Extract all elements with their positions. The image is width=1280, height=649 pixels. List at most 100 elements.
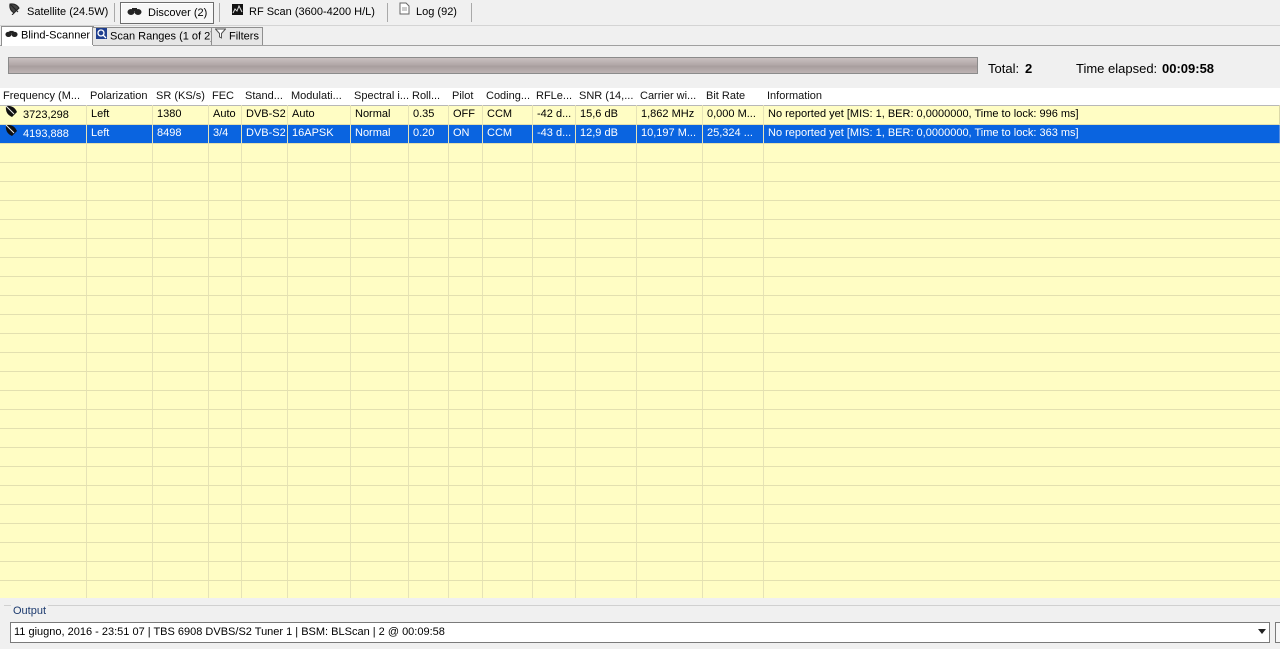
output-combo[interactable]: 11 giugno, 2016 - 23:51 07 | TBS 6908 DV…	[10, 622, 1270, 643]
table-cell-text: 0.20	[413, 127, 435, 139]
satellite-tab[interactable]: Satellite (24.5W)	[2, 2, 114, 22]
toolbar-separator	[114, 3, 115, 22]
table-cell: 8498	[153, 124, 209, 143]
tab-filters[interactable]: Filters	[211, 27, 263, 45]
column-header[interactable]: Carrier wi...	[637, 88, 703, 105]
column-header[interactable]: Stand...	[242, 88, 288, 105]
table-cell-text: 0.35	[413, 108, 435, 120]
table-cell-text: No reported yet [MIS: 1, BER: 0,0000000,…	[768, 108, 1079, 120]
spectrum-icon	[232, 2, 243, 22]
table-cell-text: 3/4	[213, 127, 229, 139]
time-elapsed-label: Time elapsed:	[1076, 61, 1158, 76]
column-header[interactable]: Spectral i...	[351, 88, 409, 105]
table-cell: Auto	[288, 105, 351, 124]
table-row[interactable]: 3723,298 Left 1380 Auto DVB-S2 Auto Normal 0.35…	[0, 105, 1280, 124]
grid-row-line	[0, 561, 1280, 562]
rfscan-tab[interactable]: RF Scan (3600-4200 H/L)	[226, 2, 381, 22]
grid-row-line	[0, 219, 1280, 220]
table-cell-text: No reported yet [MIS: 1, BER: 0,0000000,…	[768, 127, 1079, 139]
table-cell: 16APSK	[288, 124, 351, 143]
table-cell: 0.20	[409, 124, 449, 143]
column-header[interactable]: Frequency (M...	[0, 88, 87, 105]
tab-scan-ranges[interactable]: Scan Ranges (1 of 2)	[92, 27, 218, 45]
table-cell-text: 0,000 M...	[707, 108, 756, 120]
table-cell: 4193,888	[0, 124, 87, 143]
grid-row-line	[0, 314, 1280, 315]
table-cell: -42 d...	[533, 105, 576, 124]
column-header[interactable]: Roll...	[409, 88, 449, 105]
table-cell-text: Auto	[292, 108, 315, 120]
column-header[interactable]: Bit Rate	[703, 88, 764, 105]
grid-row-line	[0, 162, 1280, 163]
column-header[interactable]: Polarization	[87, 88, 153, 105]
results-grid[interactable]: Frequency (M... Polarization SR (KS/s) FEC S…	[0, 88, 1280, 598]
total-label: Total:	[988, 61, 1020, 76]
grid-row-line	[0, 238, 1280, 239]
discover-tab[interactable]: Discover (2)	[120, 2, 215, 24]
column-header[interactable]: Information	[764, 88, 1280, 105]
dish-icon	[5, 105, 19, 124]
table-cell: Normal	[351, 105, 409, 124]
table-cell: DVB-S2	[242, 105, 288, 124]
table-cell-text: DVB-S2	[246, 127, 286, 139]
table-cell-text: ON	[453, 127, 470, 139]
table-cell-text: Normal	[355, 108, 391, 120]
table-cell: -43 d...	[533, 124, 576, 143]
table-cell-text: DVB-S2	[246, 108, 286, 120]
table-cell: CCM	[483, 105, 533, 124]
column-header[interactable]: Coding...	[483, 88, 533, 105]
table-cell: 10,197 M...	[637, 124, 703, 143]
table-cell: 15,6 dB	[576, 105, 637, 124]
table-cell: DVB-S2	[242, 124, 288, 143]
tab-filters-label: Filters	[229, 30, 259, 43]
table-cell: CCM	[483, 124, 533, 143]
tab-blind-scanner[interactable]: Blind-Scanner	[1, 26, 95, 46]
grid-row-line	[0, 352, 1280, 353]
grid-row-line	[0, 485, 1280, 486]
grid-header: Frequency (M... Polarization SR (KS/s) FEC S…	[0, 88, 1280, 106]
time-elapsed-value: 00:09:58	[1162, 61, 1215, 76]
table-cell-text: Auto	[213, 108, 236, 120]
column-header[interactable]: SNR (14,...	[576, 88, 637, 105]
magnifier-icon	[96, 28, 107, 45]
column-header[interactable]: Modulati...	[288, 88, 351, 105]
grid-row-line	[0, 504, 1280, 505]
table-cell: Left	[87, 124, 153, 143]
toolbar-separator	[219, 3, 220, 22]
table-cell-text: 16APSK	[292, 127, 334, 139]
dish-icon	[5, 124, 19, 143]
table-cell-text: -42 d...	[537, 108, 572, 120]
table-row[interactable]: 4193,888 Left 8498 3/4 DVB-S2 16APSK Normal 0.2…	[0, 124, 1280, 143]
table-cell: ON	[449, 124, 483, 143]
grid-row-line	[0, 466, 1280, 467]
table-cell-text: CCM	[487, 108, 513, 120]
column-header[interactable]: FEC	[209, 88, 242, 105]
table-cell: 0.35	[409, 105, 449, 124]
table-cell-text: 10,197 M...	[641, 127, 697, 139]
output-side-button[interactable]	[1275, 622, 1280, 643]
toolbar-separator	[387, 3, 388, 22]
grid-row-line	[0, 200, 1280, 201]
table-cell-text: 15,6 dB	[580, 108, 618, 120]
chevron-down-icon[interactable]	[1258, 629, 1266, 634]
log-tab[interactable]: Log (92)	[393, 2, 463, 22]
table-cell: Normal	[351, 124, 409, 143]
grid-row-line	[0, 124, 1280, 125]
table-cell: 3/4	[209, 124, 242, 143]
grid-row-line	[0, 447, 1280, 448]
output-combo-value: 11 giugno, 2016 - 23:51 07 | TBS 6908 DV…	[14, 626, 445, 638]
table-cell: 0,000 M...	[703, 105, 764, 124]
grid-row-line	[0, 428, 1280, 429]
binoculars-icon	[5, 27, 18, 44]
column-header[interactable]: SR (KS/s)	[153, 88, 209, 105]
satellite-tab-label: Satellite (24.5W)	[27, 6, 109, 18]
column-header[interactable]: RFLe...	[533, 88, 576, 105]
output-label: Output	[11, 605, 49, 617]
table-cell-text: 3723,298	[23, 108, 69, 121]
total-value: 2	[1025, 61, 1033, 76]
scan-progress-bar	[8, 57, 978, 74]
tab-blind-scanner-label: Blind-Scanner	[21, 29, 91, 42]
column-header[interactable]: Pilot	[449, 88, 483, 105]
grid-row-line	[0, 333, 1280, 334]
table-cell-text: 1380	[157, 108, 182, 120]
